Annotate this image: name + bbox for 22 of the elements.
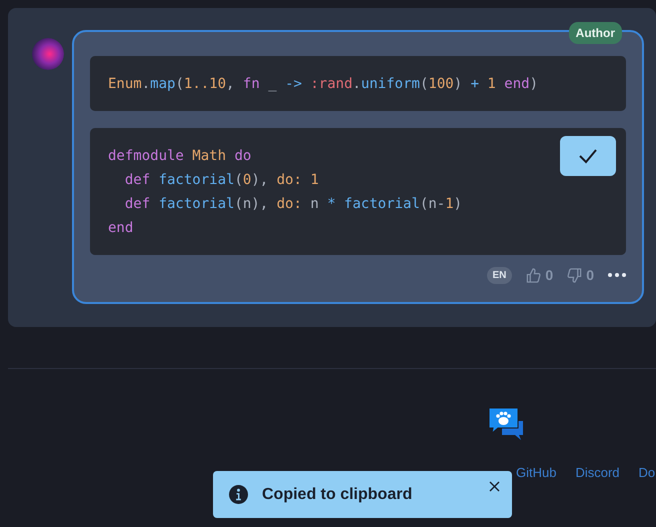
language-badge: EN: [486, 266, 512, 284]
code-line: end: [108, 218, 134, 238]
toast-message: Copied to clipboard: [262, 486, 412, 504]
like-count: 0: [545, 267, 554, 283]
paw-chat-logo-icon[interactable]: [489, 408, 526, 441]
close-icon[interactable]: [489, 481, 500, 492]
author-badge: Author: [568, 22, 622, 44]
thumbs-down-icon[interactable]: [567, 268, 582, 282]
dislike-count: 0: [586, 267, 594, 283]
code-line: Enum.map(1..10, fn _ -> :rand.uniform(100) + 1 end): [108, 74, 538, 94]
copy-button[interactable]: [560, 136, 616, 176]
code-line: def factorial(n), do: n * factorial(n-1): [124, 194, 462, 214]
code-line: def factorial(0), do: 1: [124, 170, 319, 190]
footer-link[interactable]: Do: [638, 465, 656, 480]
checkmark-icon: [578, 148, 598, 164]
code-line: defmodule Math do: [108, 146, 252, 166]
footer-link[interactable]: Discord: [575, 465, 620, 480]
footer-link[interactable]: GitHub: [516, 465, 556, 480]
more-icon[interactable]: [608, 273, 626, 277]
thumbs-up-icon[interactable]: [526, 268, 542, 282]
info-icon: [229, 485, 248, 504]
avatar[interactable]: [32, 38, 64, 70]
